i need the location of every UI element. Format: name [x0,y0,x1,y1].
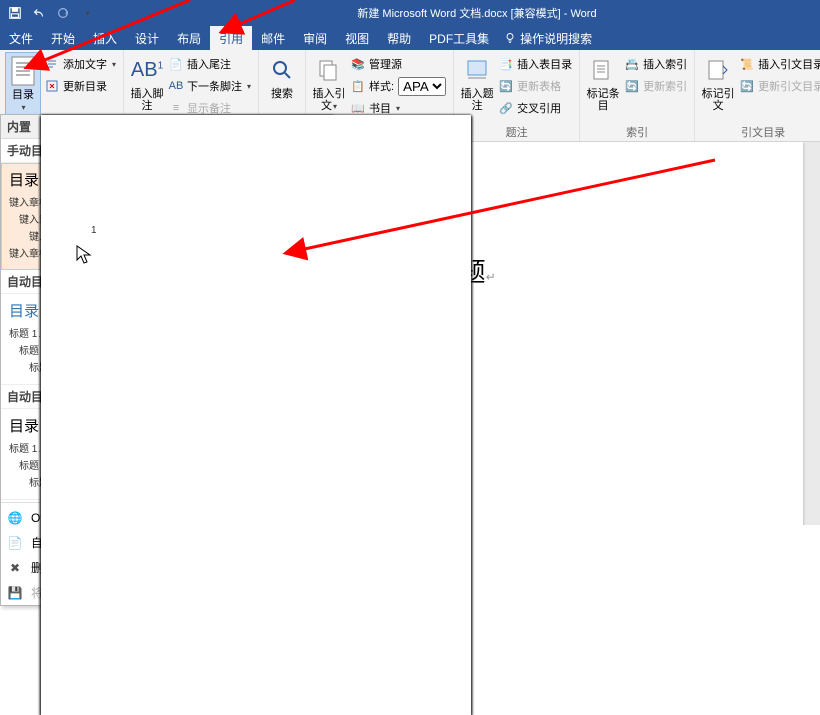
tab-file[interactable]: 文件 [0,26,42,50]
update-toa-icon: 🔄 [740,79,754,93]
mark-citation-icon [702,54,734,86]
add-text-icon [45,57,59,71]
toc-dropdown-panel: 内置 手动目录 目录 键入章标题(第 1 级)1 键入章标题(第 2 级)2 键… [0,114,333,606]
toc-button[interactable]: 目录 [5,52,41,120]
style-icon: 📋 [351,79,365,93]
search-button[interactable]: 搜索 [264,52,300,120]
lightbulb-icon [504,32,516,44]
remove-toc-icon: ✖ [7,560,23,576]
group-label-toa: 引文目录 [700,125,820,141]
mark-entry-icon [587,54,619,86]
update-index-icon: 🔄 [625,79,639,93]
quick-access-toolbar [0,4,96,22]
tell-me-search[interactable]: 操作说明搜索 [504,30,592,47]
group-label-captions: 题注 [459,125,574,141]
redo-icon[interactable] [54,4,72,22]
manage-sources-button[interactable]: 📚管理源 [349,54,448,74]
insert-endnote-button[interactable]: 📄插入尾注 [167,54,253,74]
tab-pdftools[interactable]: PDF工具集 [420,26,498,50]
tab-mailings[interactable]: 邮件 [252,26,294,50]
update-toc-icon [45,79,59,93]
manage-sources-icon: 📚 [351,57,365,71]
caption-icon [461,54,493,86]
cross-ref-button[interactable]: 🔗交叉引用 [497,98,574,118]
tab-home[interactable]: 开始 [42,26,84,50]
tab-layout[interactable]: 布局 [168,26,210,50]
group-label-index: 索引 [585,125,689,141]
ribbon-tabs: 文件 开始 插入 设计 布局 引用 邮件 审阅 视图 帮助 PDF工具集 操作说… [0,26,820,50]
tab-help[interactable]: 帮助 [378,26,420,50]
update-table-button[interactable]: 🔄更新表格 [497,76,574,96]
save-icon[interactable] [6,4,24,22]
insert-tof-button[interactable]: 📑插入表目录 [497,54,574,74]
group-toa: 标记引文 📜插入引文目录 🔄更新引文目录 引文目录 [695,50,820,141]
insert-toa-button[interactable]: 📜插入引文目录 [738,54,820,74]
qat-customize-icon[interactable] [78,4,96,22]
update-toa-button[interactable]: 🔄更新引文目录 [738,76,820,96]
insert-toa-icon: 📜 [740,57,754,71]
show-notes-icon: ≡ [169,101,183,115]
tab-references[interactable]: 引用 [210,26,252,50]
next-footnote-button[interactable]: AB下一条脚注 [167,76,253,96]
window-title: 新建 Microsoft Word 文档.docx [兼容模式] - Word [357,0,596,26]
toc-auto2-preview[interactable]: 目录 标题 11 标题 21 标题 31 [1,409,332,500]
insert-citation-button[interactable]: 插入引文 [311,52,347,120]
add-text-button[interactable]: 添加文字 [43,54,118,74]
group-captions: 插入题注 📑插入表目录 🔄更新表格 🔗交叉引用 题注 [454,50,580,141]
mark-citation-button[interactable]: 标记引文 [700,52,736,120]
style-select[interactable]: APA [398,77,446,96]
office-icon: 🌐 [7,510,23,526]
bibliography-icon: 📖 [351,101,365,115]
tab-view[interactable]: 视图 [336,26,378,50]
title-bar: 新建 Microsoft Word 文档.docx [兼容模式] - Word [0,0,820,26]
save-gallery-icon: 💾 [7,585,23,601]
custom-toc-icon: 📄 [7,535,23,551]
doc-title[interactable]: 标题 [423,252,753,289]
update-table-icon: 🔄 [499,79,513,93]
update-toc-button[interactable]: 更新目录 [43,76,118,96]
tell-me-label: 操作说明搜索 [520,30,592,47]
endnote-icon: 📄 [169,57,183,71]
undo-icon[interactable] [30,4,48,22]
cross-ref-icon: 🔗 [499,101,513,115]
insert-caption-button[interactable]: 插入题注 [459,52,495,120]
toc-icon [7,55,39,87]
insert-footnote-button[interactable]: AB1 插入脚注 [129,52,165,120]
next-footnote-icon: AB [169,79,183,93]
group-index: 标记条目 📇插入索引 🔄更新索引 索引 [580,50,695,141]
footnote-icon: AB1 [131,54,163,86]
mark-entry-button[interactable]: 标记条目 [585,52,621,120]
style-select-row: 📋 样式: APA [349,76,448,96]
update-index-button[interactable]: 🔄更新索引 [623,76,689,96]
insert-index-button[interactable]: 📇插入索引 [623,54,689,74]
search-icon [266,54,298,86]
insert-index-icon: 📇 [625,57,639,71]
tof-icon: 📑 [499,57,513,71]
citation-icon [313,54,345,86]
tab-review[interactable]: 审阅 [294,26,336,50]
tab-design[interactable]: 设计 [126,26,168,50]
tab-insert[interactable]: 插入 [84,26,126,50]
doc-content[interactable]: 内容 [423,329,753,350]
